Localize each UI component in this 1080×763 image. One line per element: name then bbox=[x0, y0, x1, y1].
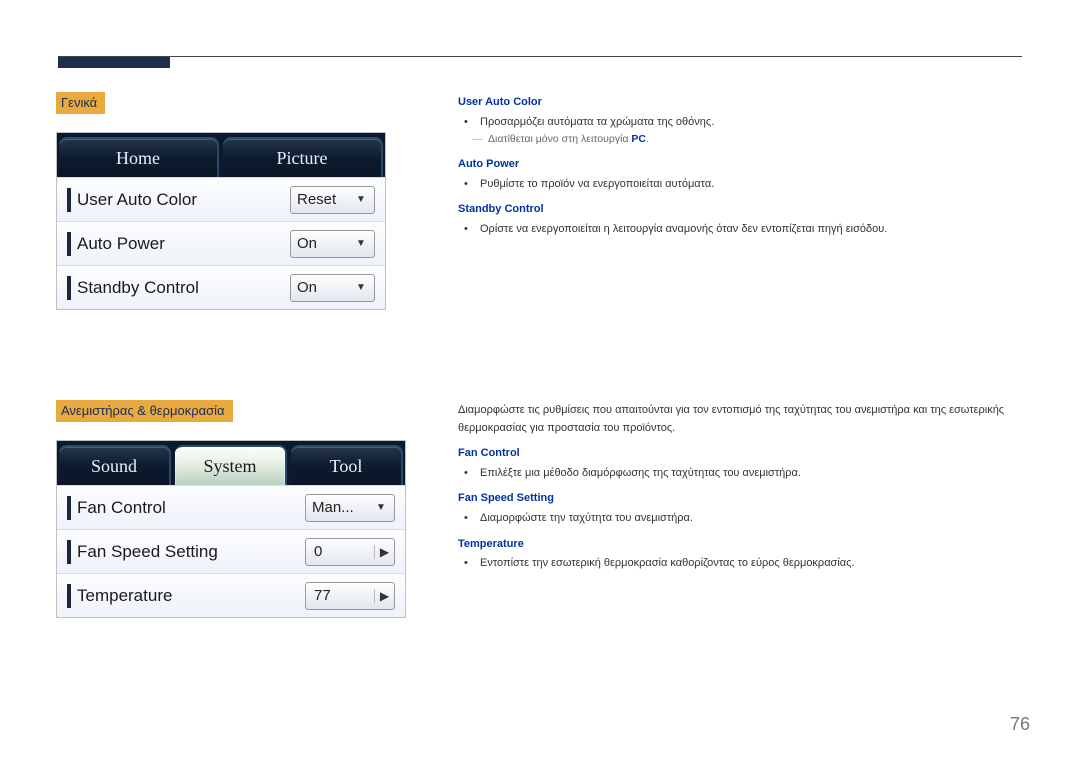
dropdown-auto-power[interactable]: On ▼ bbox=[290, 230, 375, 258]
fan-description: Διαμορφώστε τις ρυθμίσεις που απαιτούντα… bbox=[458, 400, 1040, 618]
stepper-value: 77 bbox=[306, 587, 374, 604]
row-standby-control: Standby Control On ▼ bbox=[57, 265, 385, 309]
row-temperature: Temperature 77 ▶ bbox=[57, 573, 405, 617]
dropdown-user-auto-color[interactable]: Reset ▼ bbox=[290, 186, 375, 214]
tab-row-general: Home Picture bbox=[57, 133, 385, 177]
bullet: Επιλέξτε μια μέθοδο διαμόρφωσης της ταχύ… bbox=[476, 465, 1040, 483]
sub-suffix: . bbox=[646, 133, 649, 145]
fan-intro: Διαμορφώστε τις ρυθμίσεις που απαιτούντα… bbox=[458, 402, 1040, 437]
tab-sound-label: Sound bbox=[91, 456, 137, 477]
chevron-right-icon: ▶ bbox=[374, 589, 394, 603]
dropdown-value: On bbox=[297, 235, 354, 252]
row-label: Fan Control bbox=[77, 498, 305, 518]
row-label: Temperature bbox=[77, 586, 305, 606]
row-label: User Auto Color bbox=[77, 190, 290, 210]
stepper-fan-speed[interactable]: 0 ▶ bbox=[305, 538, 395, 566]
term-fan-speed: Fan Speed Setting bbox=[458, 490, 1040, 508]
row-fan-control: Fan Control Man... ▼ bbox=[57, 485, 405, 529]
term-fan-control: Fan Control bbox=[458, 445, 1040, 463]
ui-panel-general: Home Picture User Auto Color Reset ▼ Aut… bbox=[56, 132, 386, 310]
dropdown-value: Man... bbox=[312, 499, 374, 516]
tab-home-label: Home bbox=[116, 148, 160, 169]
row-marker bbox=[67, 496, 71, 520]
stepper-temperature[interactable]: 77 ▶ bbox=[305, 582, 395, 610]
section-fan: Ανεμιστήρας & θερμοκρασία Sound System T… bbox=[56, 400, 1040, 618]
header-accent-bar bbox=[58, 56, 170, 68]
sub-note: Διατίθεται μόνο στη λειτουργία PC. bbox=[458, 131, 1040, 148]
bullet: Εντοπίστε την εσωτερική θερμοκρασία καθο… bbox=[476, 555, 1040, 573]
chevron-right-icon: ▶ bbox=[374, 545, 394, 559]
term-auto-power: Auto Power bbox=[458, 156, 1040, 174]
fan-left: Ανεμιστήρας & θερμοκρασία Sound System T… bbox=[56, 400, 406, 618]
tab-tool[interactable]: Tool bbox=[291, 445, 403, 485]
row-marker bbox=[67, 232, 71, 256]
row-fan-speed: Fan Speed Setting 0 ▶ bbox=[57, 529, 405, 573]
term-user-auto-color: User Auto Color bbox=[458, 94, 1040, 112]
row-label: Fan Speed Setting bbox=[77, 542, 305, 562]
section-label-general: Γενικά bbox=[56, 92, 105, 114]
tab-picture-label: Picture bbox=[277, 148, 328, 169]
page-number: 76 bbox=[1010, 714, 1030, 735]
header-rule bbox=[58, 56, 1022, 57]
row-marker bbox=[67, 584, 71, 608]
tab-sound[interactable]: Sound bbox=[59, 445, 171, 485]
dropdown-value: On bbox=[297, 279, 354, 296]
dropdown-value: Reset bbox=[297, 191, 354, 208]
chevron-down-icon: ▼ bbox=[354, 282, 368, 293]
dropdown-fan-control[interactable]: Man... ▼ bbox=[305, 494, 395, 522]
row-label: Auto Power bbox=[77, 234, 290, 254]
tab-home[interactable]: Home bbox=[59, 137, 219, 177]
row-marker bbox=[67, 188, 71, 212]
chevron-down-icon: ▼ bbox=[374, 502, 388, 513]
page-content: Γενικά Home Picture User Auto Color Rese… bbox=[56, 92, 1040, 668]
bullet: Ρυθμίστε το προϊόν να ενεργοποιείται αυτ… bbox=[476, 176, 1040, 194]
general-description: User Auto Color Προσαρμόζει αυτόματα τα … bbox=[458, 92, 1040, 310]
tab-picture[interactable]: Picture bbox=[223, 137, 383, 177]
term-standby-control: Standby Control bbox=[458, 201, 1040, 219]
pc-label: PC bbox=[631, 133, 646, 145]
stepper-value: 0 bbox=[306, 543, 374, 560]
tab-tool-label: Tool bbox=[330, 456, 363, 477]
term-temperature: Temperature bbox=[458, 536, 1040, 554]
row-auto-power: Auto Power On ▼ bbox=[57, 221, 385, 265]
bullet: Προσαρμόζει αυτόματα τα χρώματα της οθόν… bbox=[476, 114, 1040, 132]
row-marker bbox=[67, 540, 71, 564]
bullet: Διαμορφώστε την ταχύτητα του ανεμιστήρα. bbox=[476, 510, 1040, 528]
section-general: Γενικά Home Picture User Auto Color Rese… bbox=[56, 92, 1040, 310]
chevron-down-icon: ▼ bbox=[354, 238, 368, 249]
tab-system-label: System bbox=[203, 456, 256, 477]
row-user-auto-color: User Auto Color Reset ▼ bbox=[57, 177, 385, 221]
row-label: Standby Control bbox=[77, 278, 290, 298]
general-left: Γενικά Home Picture User Auto Color Rese… bbox=[56, 92, 406, 310]
sub-prefix: Διατίθεται μόνο στη λειτουργία bbox=[488, 133, 631, 145]
row-marker bbox=[67, 276, 71, 300]
ui-panel-fan: Sound System Tool Fan Control Man... ▼ F… bbox=[56, 440, 406, 618]
section-label-fan: Ανεμιστήρας & θερμοκρασία bbox=[56, 400, 233, 422]
tab-row-fan: Sound System Tool bbox=[57, 441, 405, 485]
dropdown-standby-control[interactable]: On ▼ bbox=[290, 274, 375, 302]
tab-system[interactable]: System bbox=[175, 445, 287, 485]
bullet: Ορίστε να ενεργοποιείται η λειτουργία αν… bbox=[476, 221, 1040, 239]
chevron-down-icon: ▼ bbox=[354, 194, 368, 205]
